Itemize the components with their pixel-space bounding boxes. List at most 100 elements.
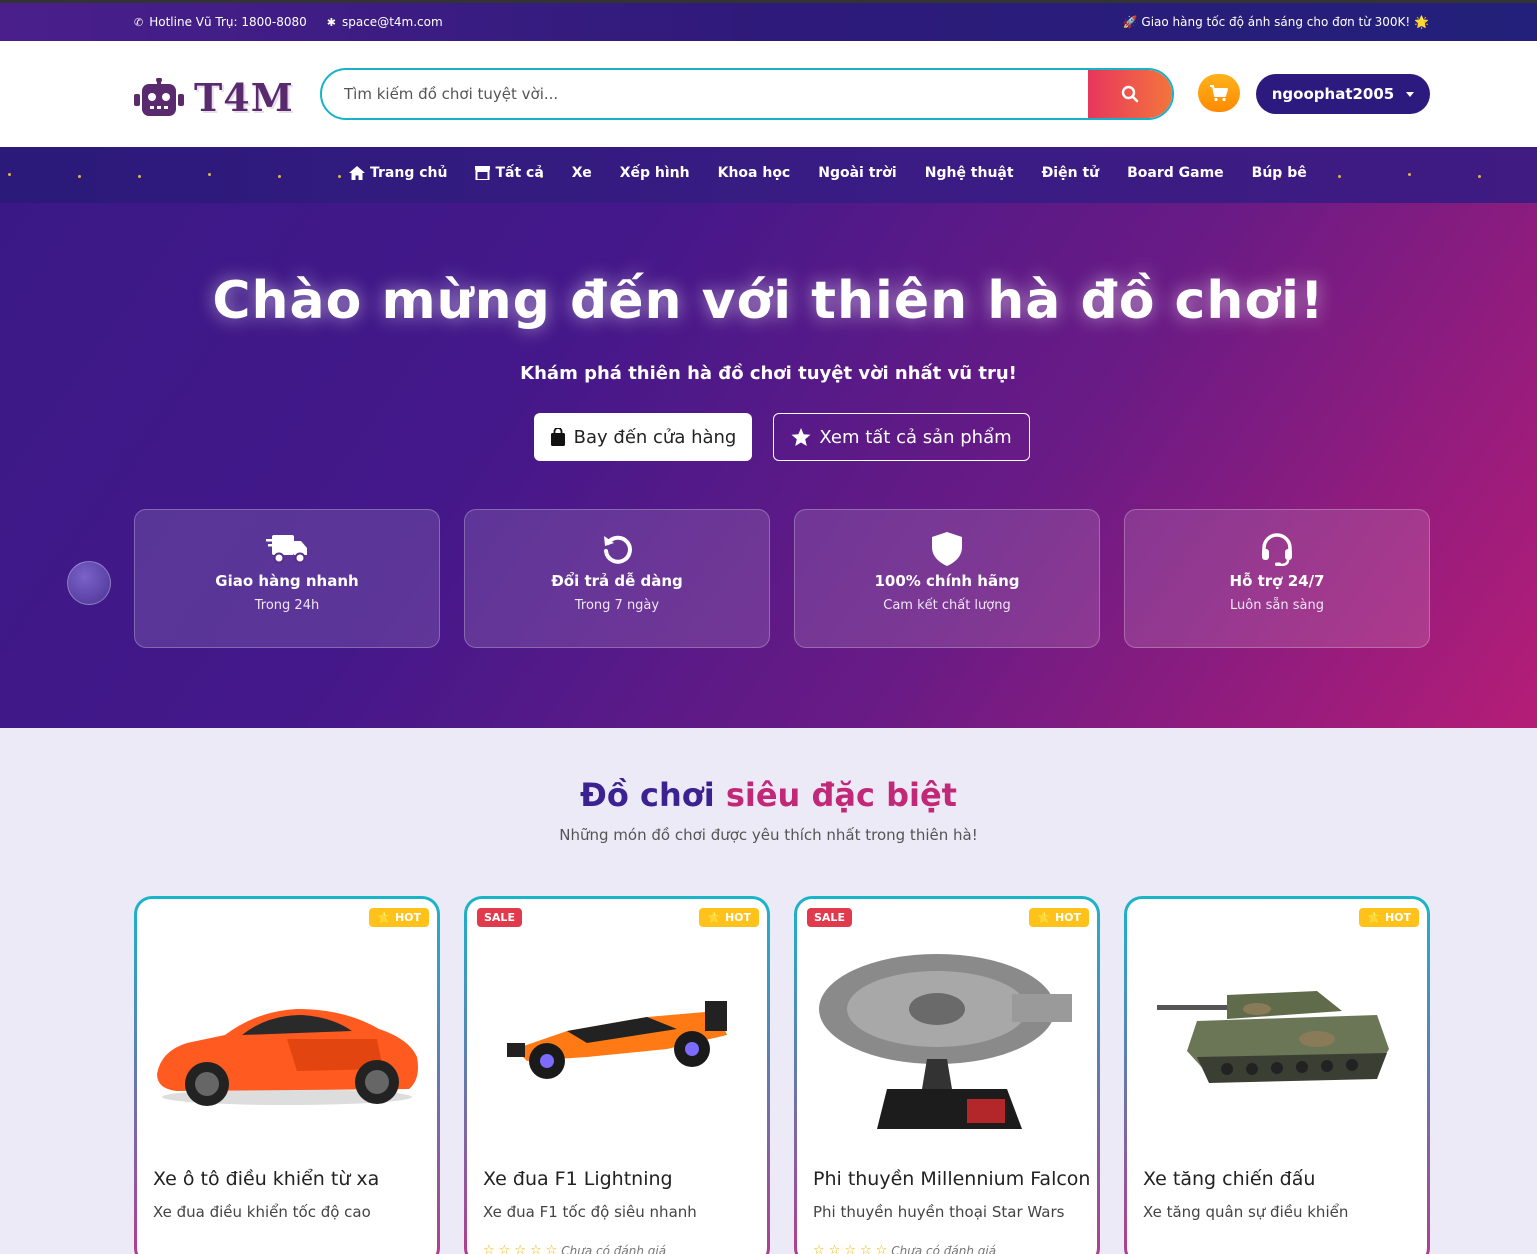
hot-label: HOT <box>1384 911 1411 924</box>
nav-label: Điện tử <box>1041 165 1100 181</box>
hot-badge: ⭐ HOT <box>1359 908 1419 927</box>
decorative-planet <box>67 561 111 605</box>
rating-text: Chưa có đánh giá <box>561 1243 667 1254</box>
logo-text: T4M <box>194 75 294 120</box>
search-button[interactable] <box>1088 70 1172 118</box>
hero-subtitle: Khám phá thiên hà đồ chơi tuyệt vời nhất… <box>520 363 1017 384</box>
product-image[interactable] <box>807 939 1087 1159</box>
sale-badge: SALE <box>477 908 522 927</box>
nav-label: Xếp hình <box>619 165 690 181</box>
promo-text: 🚀 Giao hàng tốc độ ánh sáng cho đơn từ 3… <box>1122 15 1429 29</box>
hero-banner: Chào mừng đến với thiên hà đồ chơi! Khám… <box>0 203 1537 728</box>
shield-icon <box>932 532 962 566</box>
nav-item-board-game[interactable]: Board Game <box>1113 165 1238 181</box>
nav-label: Trang chủ <box>370 165 448 181</box>
phone-icon: ✆ <box>134 15 144 29</box>
cart-button[interactable] <box>1198 74 1240 112</box>
nav-item-art[interactable]: Nghệ thuật <box>911 165 1028 181</box>
section-title: Đồ chơi siêu đặc biệt <box>0 776 1537 814</box>
section-subtitle: Những món đồ chơi được yêu thích nhất tr… <box>559 826 978 844</box>
hotline[interactable]: ✆ Hotline Vũ Trụ: 1800-8080 <box>134 15 307 29</box>
feature-subtitle: Luôn sẵn sàng <box>1230 598 1324 613</box>
product-card[interactable]: ⭐ HOT Xe ô tô điều khiển từ xa Xe đua điề… <box>134 896 440 1254</box>
product-name[interactable]: Phi thuyền Millennium Falcon <box>813 1168 1090 1190</box>
product-name[interactable]: Xe ô tô điều khiển từ xa <box>153 1168 379 1190</box>
star-outline-icon: ☆ <box>844 1243 856 1254</box>
shop-now-button[interactable]: Bay đến cửa hàng <box>534 413 752 461</box>
hot-label: HOT <box>1054 911 1081 924</box>
search-input[interactable] <box>322 70 1088 118</box>
sale-badge: SALE <box>807 908 852 927</box>
nav-item-dolls[interactable]: Búp bê <box>1238 165 1321 181</box>
header: T4M ngoophat2005 <box>0 41 1537 147</box>
feature-card: Giao hàng nhanh Trong 24h <box>134 509 440 648</box>
view-all-button[interactable]: Xem tất cả sản phẩm <box>773 413 1030 461</box>
feature-card: Đổi trả dễ dàng Trong 7 ngày <box>464 509 770 648</box>
search-bar <box>320 68 1174 120</box>
star-icon: ⭐ <box>377 911 391 924</box>
product-name[interactable]: Xe đua F1 Lightning <box>483 1168 673 1190</box>
star-icon <box>791 427 811 446</box>
product-description: Xe đua điều khiển tốc độ cao <box>153 1203 371 1221</box>
product-description: Xe đua F1 tốc độ siêu nhanh <box>483 1203 697 1221</box>
star-outline-icon: ☆ <box>813 1243 825 1254</box>
product-rating: ☆ ☆ ☆ ☆ ☆ Chưa có đánh giá <box>483 1243 666 1254</box>
truck-icon <box>266 535 307 564</box>
hotline-text: Hotline Vũ Trụ: 1800-8080 <box>149 15 307 29</box>
nav-label: Board Game <box>1127 165 1224 181</box>
main-nav: Trang chủ Tất cả Xe Xếp hình Khoa học Ng… <box>0 147 1537 203</box>
nav-label: Búp bê <box>1251 165 1307 181</box>
nav-item-cars[interactable]: Xe <box>558 165 606 181</box>
product-image[interactable] <box>147 939 427 1159</box>
view-all-label: Xem tất cả sản phẩm <box>819 426 1012 448</box>
satellite-icon: ✱ <box>326 15 336 29</box>
home-icon <box>349 166 365 180</box>
product-card[interactable]: SALE ⭐ HOT Phi thuyền Millennium Falcon P… <box>794 896 1100 1254</box>
top-bar: ✆ Hotline Vũ Trụ: 1800-8080 ✱ space@t4m.… <box>0 0 1537 41</box>
feature-card: Hỗ trợ 24/7 Luôn sẵn sàng <box>1124 509 1430 648</box>
star-outline-icon: ☆ <box>875 1243 888 1254</box>
user-menu-button[interactable]: ngoophat2005 <box>1256 74 1430 114</box>
star-outline-icon: ☆ <box>529 1243 542 1254</box>
feature-subtitle: Trong 24h <box>254 598 320 613</box>
feature-title: Đổi trả dễ dàng <box>551 572 683 590</box>
star-outline-icon: ☆ <box>828 1243 841 1254</box>
robot-icon <box>134 77 184 116</box>
feature-subtitle: Trong 7 ngày <box>574 598 660 613</box>
nav-item-science[interactable]: Khoa học <box>704 165 805 181</box>
search-icon <box>1121 85 1139 103</box>
logo[interactable]: T4M <box>134 75 294 120</box>
product-name[interactable]: Xe tăng chiến đấu <box>1143 1168 1315 1190</box>
return-icon <box>604 535 632 564</box>
product-card[interactable]: ⭐ HOT Xe tăng chiến đấu Xe tăng quân sự đ… <box>1124 896 1430 1254</box>
chevron-down-icon <box>1406 91 1415 97</box>
product-card[interactable]: SALE ⭐ HOT Xe đua F1 Lightning Xe đua F1 … <box>464 896 770 1254</box>
nav-item-all[interactable]: Tất cả <box>461 165 557 181</box>
store-icon <box>475 166 491 180</box>
section-title-part-1: Đồ chơi <box>580 776 715 814</box>
product-image[interactable] <box>477 939 757 1159</box>
feature-card: 100% chính hãng Cam kết chất lượng <box>794 509 1100 648</box>
feature-title: Giao hàng nhanh <box>215 572 359 590</box>
feature-subtitle: Cam kết chất lượng <box>883 598 1011 613</box>
nav-item-puzzles[interactable]: Xếp hình <box>606 165 704 181</box>
star-outline-icon: ☆ <box>545 1243 558 1254</box>
star-outline-icon: ☆ <box>514 1243 526 1254</box>
product-grid: ⭐ HOT Xe ô tô điều khiển từ xa Xe đua điề… <box>134 896 1430 1254</box>
headset-icon <box>1262 533 1292 566</box>
product-description: Xe tăng quân sự điều khiển <box>1143 1203 1349 1221</box>
email[interactable]: ✱ space@t4m.com <box>327 15 443 29</box>
nav-item-electronics[interactable]: Điện tử <box>1028 165 1114 181</box>
star-icon: ⭐ <box>707 911 721 924</box>
nav-label: Khoa học <box>717 165 791 181</box>
product-image[interactable] <box>1137 939 1417 1159</box>
star-outline-icon: ☆ <box>483 1243 495 1254</box>
hot-badge: ⭐ HOT <box>1029 908 1089 927</box>
nav-item-home[interactable]: Trang chủ <box>349 165 461 181</box>
cart-icon <box>1210 85 1228 102</box>
nav-item-outdoor[interactable]: Ngoài trời <box>804 165 911 181</box>
hot-badge: ⭐ HOT <box>369 908 429 927</box>
hero-title: Chào mừng đến với thiên hà đồ chơi! <box>212 271 1325 331</box>
nav-label: Tất cả <box>495 165 544 181</box>
nav-label: Ngoài trời <box>818 165 897 181</box>
